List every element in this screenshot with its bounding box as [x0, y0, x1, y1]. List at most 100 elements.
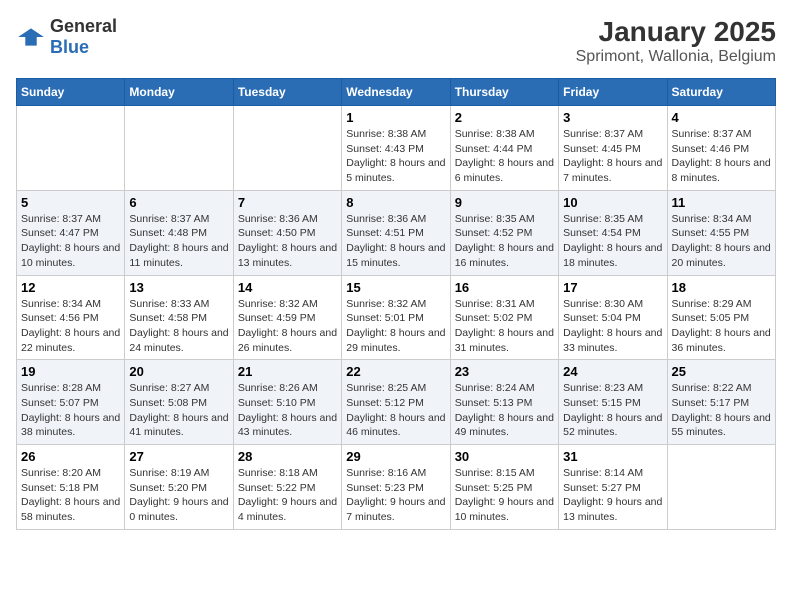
- day-number: 23: [455, 364, 554, 379]
- day-number: 20: [129, 364, 228, 379]
- day-number: 27: [129, 449, 228, 464]
- calendar-day-header: Saturday: [667, 79, 775, 106]
- day-info: Sunrise: 8:34 AMSunset: 4:55 PMDaylight:…: [672, 212, 771, 271]
- calendar-day-cell: 1Sunrise: 8:38 AMSunset: 4:43 PMDaylight…: [342, 106, 450, 191]
- logo-blue: Blue: [50, 37, 89, 57]
- day-info: Sunrise: 8:36 AMSunset: 4:51 PMDaylight:…: [346, 212, 445, 271]
- calendar-day-cell: 14 Sunrise: 8:32 AMSunset: 4:59 PMDayligh…: [233, 275, 341, 360]
- day-info: Sunrise: 8:36 AMSunset: 4:50 PMDaylight:…: [238, 212, 337, 271]
- calendar-day-cell: 12 Sunrise: 8:34 AMSunset: 4:56 PMDayligh…: [17, 275, 125, 360]
- calendar-day-header: Monday: [125, 79, 233, 106]
- day-info: Sunrise: 8:28 AMSunset: 5:07 PMDaylight:…: [21, 381, 120, 440]
- day-number: 28: [238, 449, 337, 464]
- calendar-day-cell: 23 Sunrise: 8:24 AMSunset: 5:13 PMDayligh…: [450, 360, 558, 445]
- day-number: 1: [346, 110, 445, 125]
- calendar-day-cell: 22 Sunrise: 8:25 AMSunset: 5:12 PMDayligh…: [342, 360, 450, 445]
- calendar-day-cell: 18Sunrise: 8:29 AMSunset: 5:05 PMDayligh…: [667, 275, 775, 360]
- calendar-empty-cell: [125, 106, 233, 191]
- calendar-day-cell: 5 Sunrise: 8:37 AMSunset: 4:47 PMDaylight…: [17, 190, 125, 275]
- calendar-week-row: 26 Sunrise: 8:20 AMSunset: 5:18 PMDayligh…: [17, 445, 776, 530]
- calendar-day-cell: 10 Sunrise: 8:35 AMSunset: 4:54 PMDayligh…: [559, 190, 667, 275]
- calendar-day-cell: 9 Sunrise: 8:35 AMSunset: 4:52 PMDaylight…: [450, 190, 558, 275]
- day-info: Sunrise: 8:18 AMSunset: 5:22 PMDaylight:…: [238, 466, 337, 525]
- calendar-day-cell: 21 Sunrise: 8:26 AMSunset: 5:10 PMDayligh…: [233, 360, 341, 445]
- calendar-table: SundayMondayTuesdayWednesdayThursdayFrid…: [16, 78, 776, 530]
- calendar-day-cell: 11 Sunrise: 8:34 AMSunset: 4:55 PMDayligh…: [667, 190, 775, 275]
- calendar-day-header: Sunday: [17, 79, 125, 106]
- day-number: 14: [238, 280, 337, 295]
- day-info: Sunrise: 8:35 AMSunset: 4:52 PMDaylight:…: [455, 212, 554, 271]
- calendar-day-header: Wednesday: [342, 79, 450, 106]
- calendar-day-header: Tuesday: [233, 79, 341, 106]
- calendar-empty-cell: [667, 445, 775, 530]
- day-number: 30: [455, 449, 554, 464]
- logo-general: General: [50, 16, 117, 36]
- day-info: Sunrise: 8:32 AMSunset: 4:59 PMDaylight:…: [238, 297, 337, 356]
- calendar-day-cell: 19 Sunrise: 8:28 AMSunset: 5:07 PMDayligh…: [17, 360, 125, 445]
- day-number: 9: [455, 195, 554, 210]
- calendar-day-cell: 30Sunrise: 8:15 AMSunset: 5:25 PMDayligh…: [450, 445, 558, 530]
- day-info: Sunrise: 8:37 AMSunset: 4:45 PMDaylight:…: [563, 127, 662, 186]
- logo-icon: [16, 27, 46, 47]
- calendar-day-cell: 27Sunrise: 8:19 AMSunset: 5:20 PMDayligh…: [125, 445, 233, 530]
- calendar-day-cell: 3Sunrise: 8:37 AMSunset: 4:45 PMDaylight…: [559, 106, 667, 191]
- page-subtitle: Sprimont, Wallonia, Belgium: [576, 48, 776, 66]
- day-info: Sunrise: 8:35 AMSunset: 4:54 PMDaylight:…: [563, 212, 662, 271]
- day-number: 26: [21, 449, 120, 464]
- day-number: 4: [672, 110, 771, 125]
- calendar-day-cell: 15Sunrise: 8:32 AMSunset: 5:01 PMDayligh…: [342, 275, 450, 360]
- day-number: 24: [563, 364, 662, 379]
- calendar-week-row: 12 Sunrise: 8:34 AMSunset: 4:56 PMDayligh…: [17, 275, 776, 360]
- day-number: 12: [21, 280, 120, 295]
- day-number: 21: [238, 364, 337, 379]
- day-number: 25: [672, 364, 771, 379]
- day-info: Sunrise: 8:34 AMSunset: 4:56 PMDaylight:…: [21, 297, 120, 356]
- calendar-day-cell: 8 Sunrise: 8:36 AMSunset: 4:51 PMDaylight…: [342, 190, 450, 275]
- calendar-day-cell: 6 Sunrise: 8:37 AMSunset: 4:48 PMDaylight…: [125, 190, 233, 275]
- day-info: Sunrise: 8:20 AMSunset: 5:18 PMDaylight:…: [21, 466, 120, 525]
- day-info: Sunrise: 8:23 AMSunset: 5:15 PMDaylight:…: [563, 381, 662, 440]
- logo: General Blue: [16, 16, 117, 58]
- calendar-week-row: 19 Sunrise: 8:28 AMSunset: 5:07 PMDayligh…: [17, 360, 776, 445]
- calendar-day-cell: 26 Sunrise: 8:20 AMSunset: 5:18 PMDayligh…: [17, 445, 125, 530]
- page-title: January 2025: [576, 16, 776, 48]
- calendar-empty-cell: [233, 106, 341, 191]
- day-info: Sunrise: 8:27 AMSunset: 5:08 PMDaylight:…: [129, 381, 228, 440]
- calendar-header-row: SundayMondayTuesdayWednesdayThursdayFrid…: [17, 79, 776, 106]
- day-number: 15: [346, 280, 445, 295]
- day-info: Sunrise: 8:26 AMSunset: 5:10 PMDaylight:…: [238, 381, 337, 440]
- calendar-day-cell: 4 Sunrise: 8:37 AMSunset: 4:46 PMDaylight…: [667, 106, 775, 191]
- day-info: Sunrise: 8:29 AMSunset: 5:05 PMDaylight:…: [672, 297, 771, 356]
- day-info: Sunrise: 8:14 AMSunset: 5:27 PMDaylight:…: [563, 466, 662, 525]
- day-info: Sunrise: 8:37 AMSunset: 4:46 PMDaylight:…: [672, 127, 771, 186]
- calendar-day-cell: 29Sunrise: 8:16 AMSunset: 5:23 PMDayligh…: [342, 445, 450, 530]
- day-number: 10: [563, 195, 662, 210]
- calendar-day-cell: 16 Sunrise: 8:31 AMSunset: 5:02 PMDayligh…: [450, 275, 558, 360]
- day-number: 19: [21, 364, 120, 379]
- calendar-day-cell: 24 Sunrise: 8:23 AMSunset: 5:15 PMDayligh…: [559, 360, 667, 445]
- day-info: Sunrise: 8:25 AMSunset: 5:12 PMDaylight:…: [346, 381, 445, 440]
- day-number: 13: [129, 280, 228, 295]
- day-number: 8: [346, 195, 445, 210]
- day-info: Sunrise: 8:24 AMSunset: 5:13 PMDaylight:…: [455, 381, 554, 440]
- day-number: 17: [563, 280, 662, 295]
- logo-text: General Blue: [50, 16, 117, 58]
- day-number: 6: [129, 195, 228, 210]
- day-number: 16: [455, 280, 554, 295]
- day-info: Sunrise: 8:37 AMSunset: 4:47 PMDaylight:…: [21, 212, 120, 271]
- calendar-week-row: 5 Sunrise: 8:37 AMSunset: 4:47 PMDaylight…: [17, 190, 776, 275]
- day-number: 11: [672, 195, 771, 210]
- day-number: 7: [238, 195, 337, 210]
- day-info: Sunrise: 8:37 AMSunset: 4:48 PMDaylight:…: [129, 212, 228, 271]
- calendar-empty-cell: [17, 106, 125, 191]
- calendar-day-cell: 20 Sunrise: 8:27 AMSunset: 5:08 PMDayligh…: [125, 360, 233, 445]
- day-info: Sunrise: 8:38 AMSunset: 4:44 PMDaylight:…: [455, 127, 554, 186]
- calendar-day-cell: 13Sunrise: 8:33 AMSunset: 4:58 PMDayligh…: [125, 275, 233, 360]
- day-number: 5: [21, 195, 120, 210]
- day-info: Sunrise: 8:16 AMSunset: 5:23 PMDaylight:…: [346, 466, 445, 525]
- calendar-day-cell: 2Sunrise: 8:38 AMSunset: 4:44 PMDaylight…: [450, 106, 558, 191]
- page-header: General Blue January 2025 Sprimont, Wall…: [16, 16, 776, 66]
- day-info: Sunrise: 8:31 AMSunset: 5:02 PMDaylight:…: [455, 297, 554, 356]
- calendar-day-cell: 25Sunrise: 8:22 AMSunset: 5:17 PMDayligh…: [667, 360, 775, 445]
- day-number: 22: [346, 364, 445, 379]
